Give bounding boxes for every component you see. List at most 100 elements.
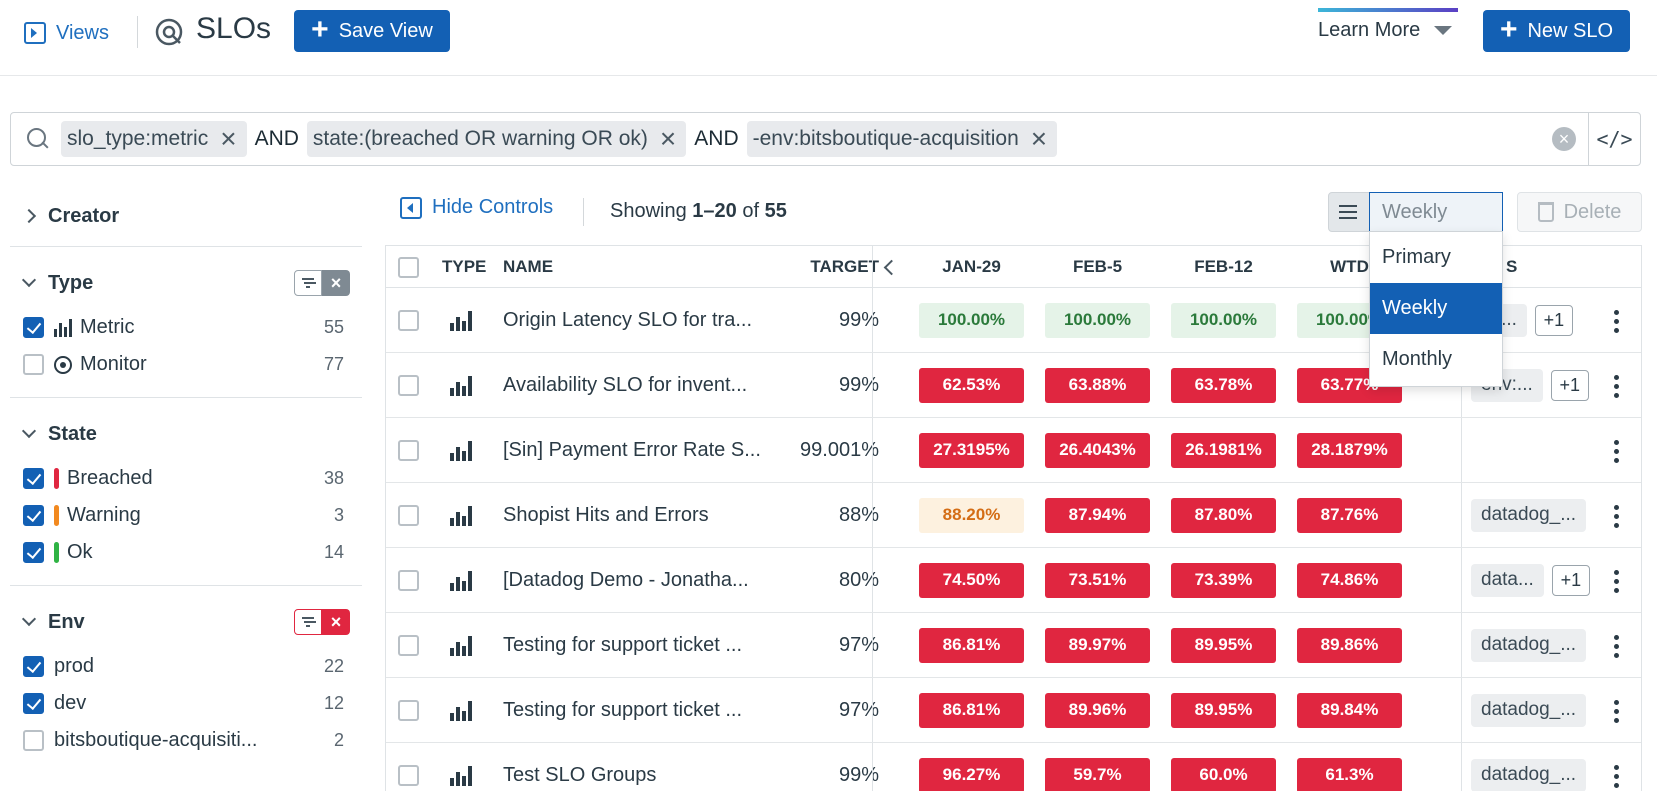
filter-icon[interactable] (294, 609, 322, 635)
checkbox[interactable] (23, 656, 44, 677)
select-all-checkbox[interactable] (398, 256, 419, 278)
learn-more-dropdown[interactable]: Learn More (1318, 8, 1458, 52)
status-pill[interactable]: 86.81% (919, 627, 1024, 663)
status-pill[interactable]: 100.00% (1171, 302, 1276, 338)
status-pill[interactable]: 73.39% (1171, 562, 1276, 598)
status-pill[interactable]: 89.84% (1297, 692, 1402, 728)
status-pill[interactable]: 63.78% (1171, 367, 1276, 403)
col-name[interactable]: NAME (503, 246, 553, 288)
checkbox[interactable] (23, 468, 44, 489)
status-pill[interactable]: 87.80% (1171, 497, 1276, 533)
status-pill[interactable]: 73.51% (1045, 562, 1150, 598)
more-tags-button[interactable]: +1 (1550, 369, 1589, 401)
row-checkbox[interactable] (398, 504, 419, 526)
status-pill[interactable]: 89.97% (1045, 627, 1150, 663)
checkbox[interactable] (23, 730, 44, 751)
status-pill[interactable]: 89.86% (1297, 627, 1402, 663)
row-checkbox[interactable] (398, 439, 419, 461)
slo-name[interactable]: Availability SLO for invent... (503, 353, 747, 417)
prev-period-button[interactable] (883, 246, 900, 288)
close-icon[interactable]: × (660, 125, 676, 153)
tag-badge[interactable]: datadog_... (1471, 498, 1587, 532)
clear-search-icon[interactable]: × (1552, 127, 1576, 151)
slo-name[interactable]: Testing for support ticket ... (503, 678, 742, 742)
row-checkbox[interactable] (398, 764, 419, 786)
status-pill[interactable]: 26.1981% (1171, 432, 1276, 468)
more-tags-button[interactable]: +1 (1534, 304, 1573, 336)
status-pill[interactable]: 62.53% (919, 367, 1024, 403)
code-view-button[interactable]: </> (1588, 113, 1640, 165)
facet-env-header[interactable]: Env × (10, 596, 362, 648)
slo-name[interactable]: Test SLO Groups (503, 743, 656, 791)
slo-name[interactable]: [Datadog Demo - Jonatha... (503, 548, 749, 612)
status-pill[interactable]: 28.1879% (1297, 432, 1402, 468)
status-pill[interactable]: 89.95% (1171, 692, 1276, 728)
facet-option-prod[interactable]: prod 22 (10, 648, 362, 685)
table-row[interactable]: Test SLO Groups 99% 96.27% 59.7% 60.0% 61.3% d… (386, 743, 1641, 791)
status-pill[interactable]: 61.3% (1297, 757, 1402, 791)
row-checkbox[interactable] (398, 374, 419, 396)
row-checkbox[interactable] (398, 309, 419, 331)
query-chip[interactable]: -env:bitsboutique-acquisition × (746, 121, 1058, 157)
facet-option-monitor[interactable]: Monitor 77 (10, 346, 362, 383)
query-chip[interactable]: state:(breached OR warning OR ok) × (306, 121, 687, 157)
row-checkbox[interactable] (398, 634, 419, 656)
tag-badge[interactable]: datadog_... (1471, 758, 1587, 791)
query-chip[interactable]: slo_type:metric × (61, 121, 247, 157)
table-row[interactable]: [Sin] Payment Error Rate S... 99.001% 27.3… (386, 418, 1641, 483)
list-view-button[interactable] (1328, 192, 1370, 232)
close-icon[interactable]: × (1031, 125, 1047, 153)
more-options-icon[interactable] (1614, 765, 1619, 788)
status-pill[interactable]: 63.88% (1045, 367, 1150, 403)
facet-option-breached[interactable]: Breached 38 (10, 460, 362, 497)
status-pill[interactable]: 89.96% (1045, 692, 1150, 728)
dropdown-option-weekly[interactable]: Weekly (1370, 283, 1502, 334)
col-target[interactable]: TARGET (796, 246, 879, 288)
status-pill[interactable]: 86.81% (919, 692, 1024, 728)
tag-badge[interactable]: datadog_... (1471, 628, 1587, 662)
status-pill[interactable]: 26.4043% (1045, 432, 1150, 468)
col-jan-29[interactable]: JAN-29 (919, 246, 1024, 288)
checkbox[interactable] (23, 505, 44, 526)
status-pill[interactable]: 60.0% (1171, 757, 1276, 791)
dropdown-option-primary[interactable]: Primary (1370, 232, 1502, 283)
delete-button[interactable]: Delete (1517, 192, 1642, 232)
slo-name[interactable]: [Sin] Payment Error Rate S... (503, 418, 761, 482)
close-icon[interactable]: × (220, 125, 236, 153)
save-view-button[interactable]: + Save View (294, 10, 450, 52)
clear-facet-icon[interactable]: × (322, 609, 350, 635)
more-tags-button[interactable]: +1 (1551, 564, 1590, 596)
facet-type-header[interactable]: Type × (10, 257, 362, 309)
row-checkbox[interactable] (398, 699, 419, 721)
status-pill[interactable]: 74.50% (919, 562, 1024, 598)
facet-option-bitsboutique[interactable]: bitsboutique-acquisiti... 2 (10, 722, 362, 759)
facet-state-header[interactable]: State (10, 408, 362, 460)
slo-name[interactable]: Origin Latency SLO for tra... (503, 288, 752, 352)
dropdown-option-monthly[interactable]: Monthly (1370, 334, 1502, 385)
col-feb-12[interactable]: FEB-12 (1171, 246, 1276, 288)
table-row[interactable]: [Datadog Demo - Jonatha... 80% 74.50% 73.51… (386, 548, 1641, 613)
time-window-select[interactable]: Weekly (1369, 192, 1503, 232)
tag-badge[interactable]: data... (1471, 563, 1544, 597)
facet-creator-header[interactable]: Creator (10, 190, 362, 242)
checkbox[interactable] (23, 354, 44, 375)
status-pill[interactable]: 27.3195% (919, 432, 1024, 468)
status-pill[interactable]: 100.00% (919, 302, 1024, 338)
facet-option-metric[interactable]: Metric 55 (10, 309, 362, 346)
new-slo-button[interactable]: + New SLO (1483, 10, 1630, 52)
more-options-icon[interactable] (1614, 505, 1619, 528)
status-pill[interactable]: 96.27% (919, 757, 1024, 791)
table-row[interactable]: Testing for support ticket ... 97% 86.81% 8… (386, 613, 1641, 678)
clear-facet-icon[interactable]: × (322, 270, 350, 296)
more-options-icon[interactable] (1614, 440, 1619, 463)
facet-option-ok[interactable]: Ok 14 (10, 534, 362, 571)
slo-name[interactable]: Testing for support ticket ... (503, 613, 742, 677)
search-query-bar[interactable]: slo_type:metric × AND state:(breached OR… (10, 112, 1641, 166)
checkbox[interactable] (23, 693, 44, 714)
more-options-icon[interactable] (1614, 700, 1619, 723)
more-options-icon[interactable] (1614, 310, 1619, 333)
table-row[interactable]: Testing for support ticket ... 97% 86.81% 8… (386, 678, 1641, 743)
hide-controls-link[interactable]: Hide Controls (400, 196, 553, 219)
tag-badge[interactable]: datadog_... (1471, 693, 1587, 727)
facet-option-warning[interactable]: Warning 3 (10, 497, 362, 534)
